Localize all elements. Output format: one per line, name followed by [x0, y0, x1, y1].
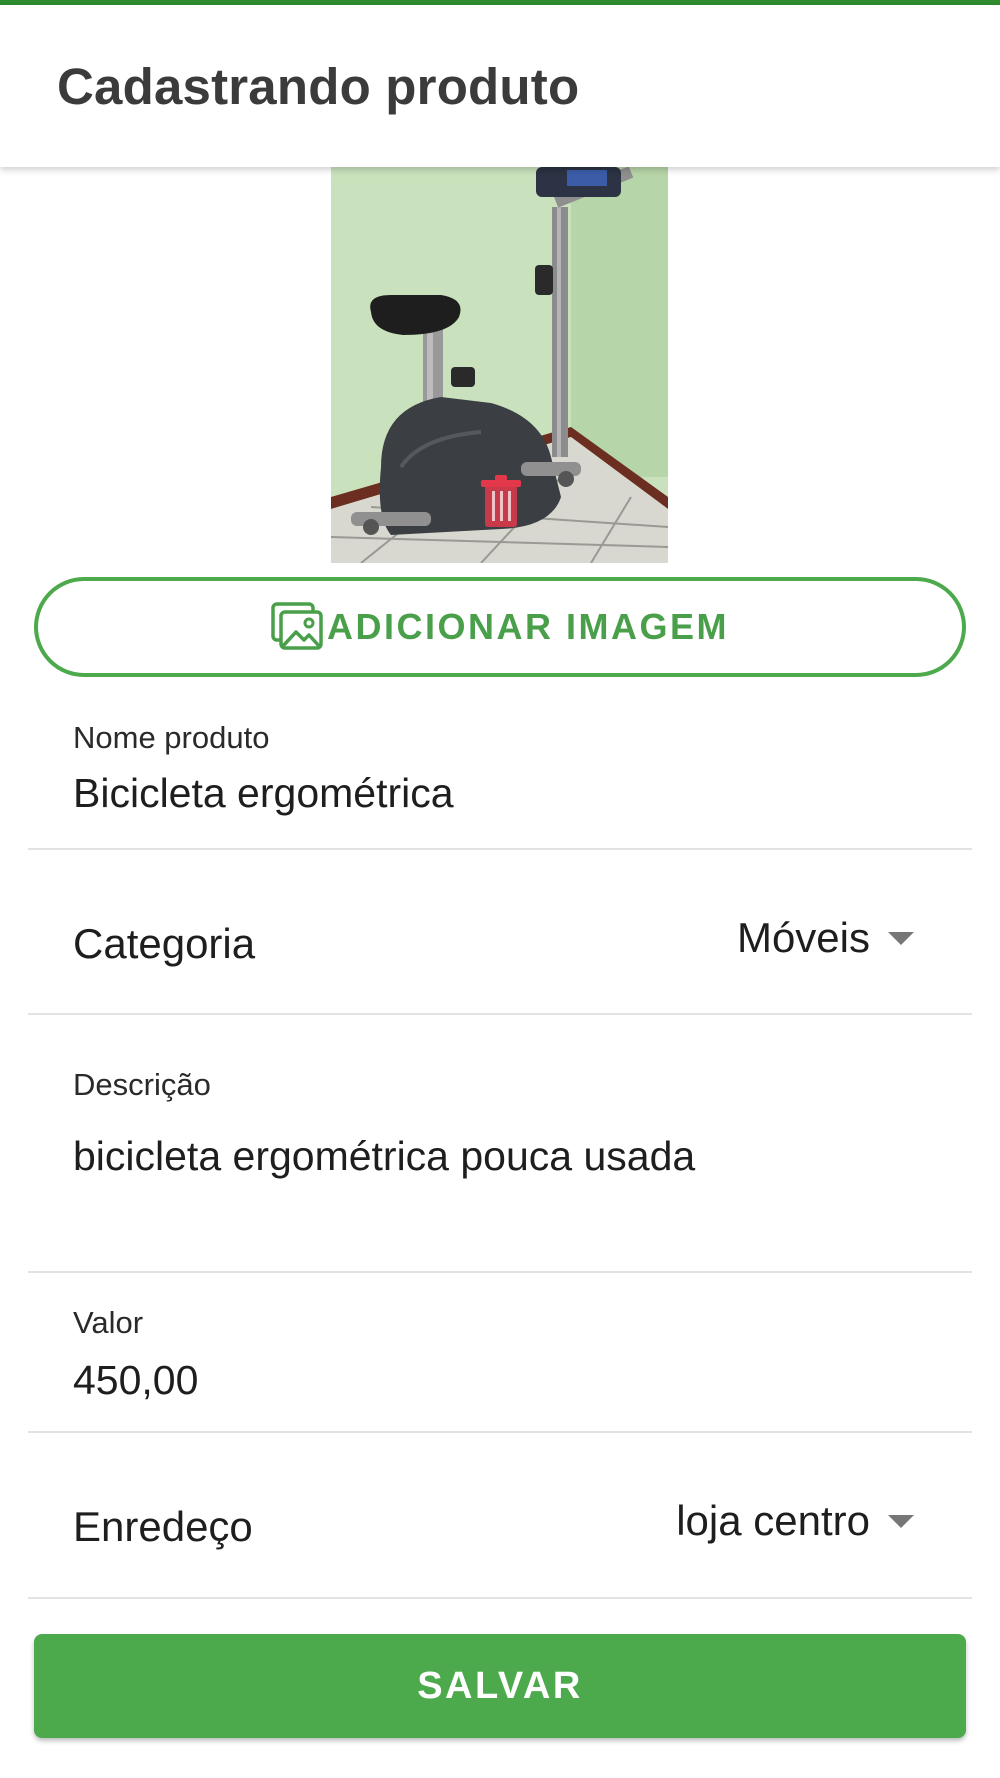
product-name-field[interactable]: Nome produto Bicicleta ergométrica — [28, 700, 972, 850]
delete-image-button[interactable] — [479, 475, 523, 529]
save-button-label: SALVAR — [417, 1664, 583, 1707]
page-title: Cadastrando produto — [57, 58, 580, 115]
price-label: Valor — [73, 1305, 144, 1340]
category-select[interactable]: Categoria Móveis — [28, 850, 972, 1015]
add-image-button[interactable]: ADICIONAR IMAGEM — [34, 577, 966, 677]
dropdown-arrow-icon — [888, 1514, 914, 1528]
description-input[interactable]: bicicleta ergométrica pouca usada — [73, 1133, 695, 1180]
add-photo-icon — [271, 602, 323, 650]
category-dropdown[interactable]: Móveis — [737, 914, 914, 962]
description-label: Descrição — [73, 1067, 211, 1102]
add-image-label: ADICIONAR IMAGEM — [327, 606, 729, 647]
address-dropdown[interactable]: loja centro — [676, 1497, 914, 1545]
dropdown-arrow-icon — [888, 931, 914, 945]
product-name-input[interactable]: Bicicleta ergométrica — [73, 770, 454, 817]
app-bar: Cadastrando produto — [0, 5, 1000, 167]
price-field[interactable]: Valor 450,00 — [28, 1273, 972, 1433]
trash-icon — [481, 475, 521, 527]
address-selected-value: loja centro — [676, 1497, 870, 1544]
save-button[interactable]: SALVAR — [34, 1634, 966, 1738]
category-label: Categoria — [73, 920, 256, 967]
category-selected-value: Móveis — [736, 914, 870, 961]
product-name-label: Nome produto — [73, 720, 270, 755]
address-select[interactable]: Enredeço loja centro — [28, 1433, 972, 1599]
price-input[interactable]: 450,00 — [73, 1357, 198, 1404]
address-label: Enredeço — [73, 1503, 253, 1550]
description-field[interactable]: Descrição bicicleta ergométrica pouca us… — [28, 1015, 972, 1273]
product-image — [331, 167, 668, 563]
